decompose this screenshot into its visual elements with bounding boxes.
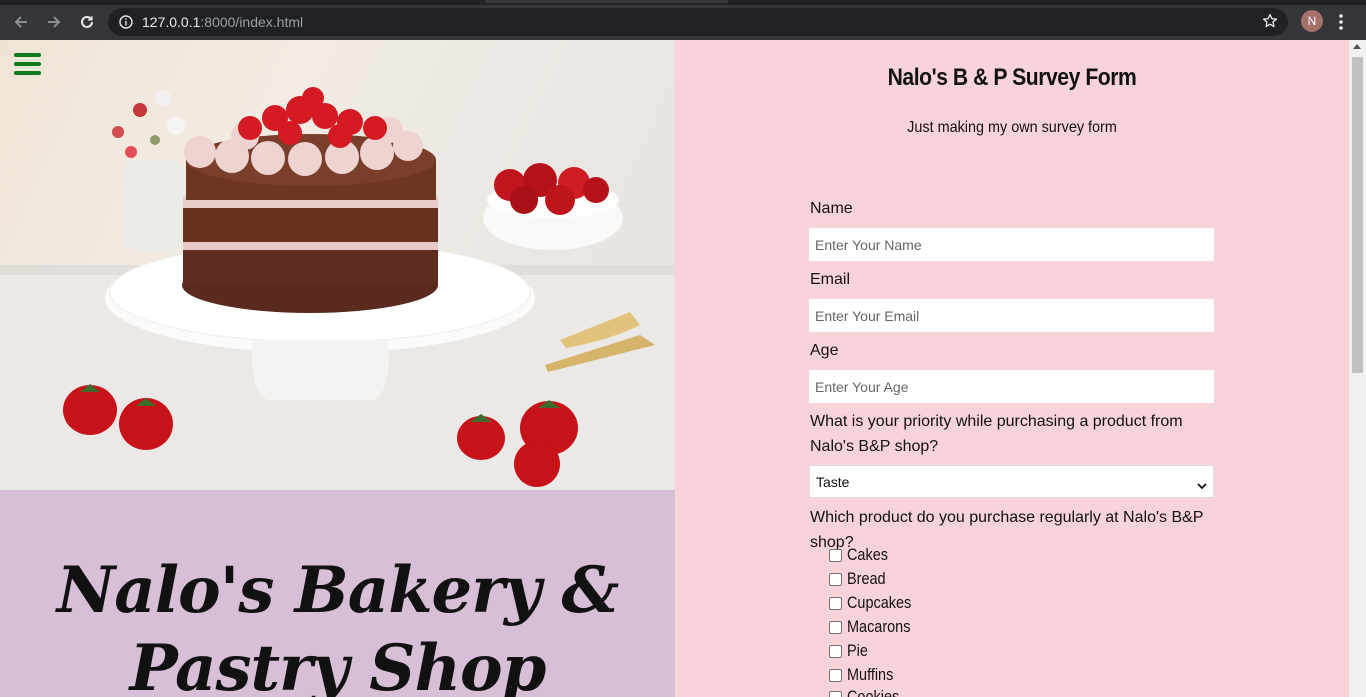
cake-hero-image: [0, 40, 675, 490]
brand-panel: Nalo's Bakery & Pastry Shop: [0, 490, 675, 697]
checkbox-cookies[interactable]: Cookies: [829, 686, 908, 697]
form-title: Nalo's B & P Survey Form: [887, 64, 1137, 91]
chevron-down-icon: [1197, 477, 1207, 495]
kebab-menu-icon[interactable]: [1338, 13, 1344, 36]
checkbox-box[interactable]: [829, 596, 842, 610]
checkbox-cakes[interactable]: Cakes: [829, 544, 895, 566]
page-viewport: Nalo's Bakery & Pastry Shop Nalo's B & P…: [0, 40, 1366, 697]
form-subtitle: Just making my own survey form: [907, 119, 1117, 136]
checkbox-box[interactable]: [829, 548, 842, 562]
scroll-up-icon[interactable]: [1353, 44, 1361, 49]
checkbox-label: Macarons: [847, 617, 911, 636]
left-column: Nalo's Bakery & Pastry Shop: [0, 40, 675, 697]
checkbox-cupcakes[interactable]: Cupcakes: [829, 592, 923, 614]
url-path: :8000/index.html: [200, 14, 304, 30]
checkbox-label: Pie: [847, 641, 868, 660]
checkbox-label: Muffins: [847, 665, 894, 684]
checkbox-macarons[interactable]: Macarons: [829, 616, 922, 638]
checkbox-label: Bread: [847, 569, 886, 588]
hamburger-menu-icon[interactable]: [14, 53, 41, 75]
age-label: Age: [810, 342, 839, 359]
checkbox-label: Cakes: [847, 545, 888, 564]
forward-arrow-icon[interactable]: [43, 11, 65, 33]
cake-illustration: [0, 87, 675, 490]
age-input[interactable]: [809, 370, 1214, 403]
checkbox-box[interactable]: [829, 620, 842, 634]
reload-icon[interactable]: [76, 11, 98, 33]
checkbox-label: Cupcakes: [847, 593, 912, 612]
scrollbar-thumb[interactable]: [1352, 57, 1363, 373]
address-bar[interactable]: 127.0.0.1:8000/index.html: [108, 8, 1288, 36]
page-scrollbar[interactable]: [1349, 40, 1366, 697]
url-text: 127.0.0.1:8000/index.html: [142, 14, 303, 30]
checkbox-box[interactable]: [829, 644, 842, 658]
priority-selected-value: Taste: [816, 474, 850, 490]
checkbox-label: Cookies: [847, 687, 900, 697]
browser-toolbar: 127.0.0.1:8000/index.html N: [0, 5, 1366, 40]
avatar[interactable]: N: [1301, 10, 1323, 32]
name-label: Name: [810, 200, 853, 217]
url-host: 127.0.0.1: [142, 14, 201, 30]
checkbox-box[interactable]: [829, 690, 842, 697]
priority-question: What is your priority while purchasing a…: [810, 413, 1183, 455]
checkbox-muffins[interactable]: Muffins: [829, 664, 902, 686]
checkbox-bread[interactable]: Bread: [829, 568, 892, 590]
info-icon[interactable]: [119, 15, 133, 34]
checkbox-box[interactable]: [829, 572, 842, 586]
survey-form-panel: Nalo's B & P Survey Form Just making my …: [675, 40, 1349, 697]
checkbox-pie[interactable]: Pie: [829, 640, 872, 662]
name-input[interactable]: [809, 228, 1214, 261]
back-arrow-icon[interactable]: [10, 11, 32, 33]
priority-select[interactable]: Taste: [809, 465, 1214, 498]
checkbox-box[interactable]: [829, 668, 842, 682]
email-label: Email: [810, 271, 851, 288]
star-icon[interactable]: [1262, 13, 1278, 34]
brand-title: Nalo's Bakery & Pastry Shop: [56, 553, 619, 697]
email-input[interactable]: [809, 299, 1214, 332]
